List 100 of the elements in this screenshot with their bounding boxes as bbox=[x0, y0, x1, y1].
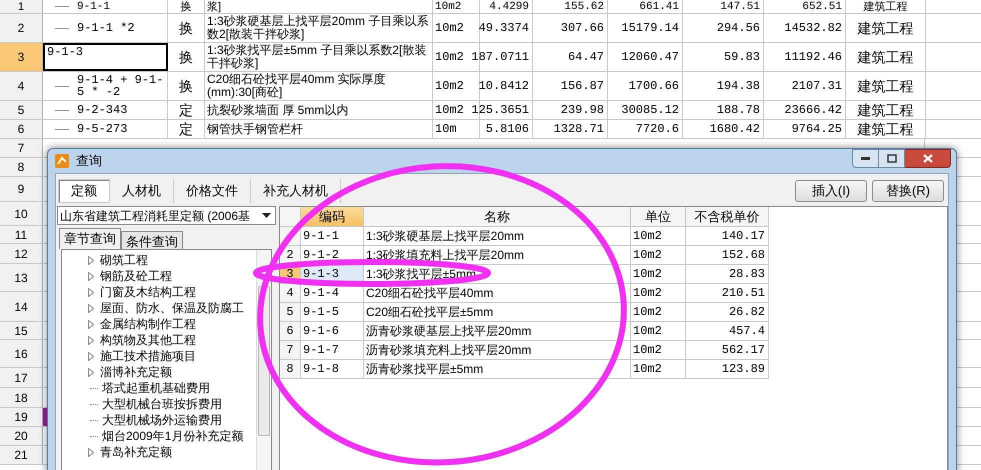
tree-item[interactable]: 青岛补充定额 bbox=[100, 444, 172, 460]
price-cell: 28.83 bbox=[686, 265, 769, 283]
sub-tab[interactable]: 条件查询 bbox=[121, 231, 183, 249]
minimize-button[interactable] bbox=[852, 149, 879, 168]
amount-cell: 661.41 bbox=[639, 0, 679, 12]
unit-cell: 10m2 bbox=[435, 0, 462, 12]
price-cell: 140.17 bbox=[686, 227, 769, 245]
row-number: 11 bbox=[0, 226, 43, 243]
amount-cell: 30085.12 bbox=[621, 104, 679, 116]
tree-item[interactable]: 砌筑工程 bbox=[100, 252, 148, 268]
table-cell: 188.78 bbox=[716, 104, 760, 116]
unit-cell: 10m2 bbox=[435, 22, 464, 34]
minimize-icon bbox=[861, 157, 870, 160]
price-cell: 239.98 bbox=[560, 104, 604, 116]
price-cell: 155.62 bbox=[564, 0, 604, 12]
name-cell-text: 1:3砂浆找平层±5mm 子目乘以系数2[散装干拌砂浆] bbox=[207, 44, 428, 70]
row-number: 5 bbox=[280, 303, 301, 321]
row-number: 2 bbox=[0, 14, 43, 42]
name-cell: 沥青砂浆硬基层上找平层20mm bbox=[364, 322, 631, 340]
column-header[interactable]: 单位 bbox=[631, 207, 686, 226]
close-button[interactable] bbox=[905, 149, 951, 168]
expand-triangle-icon[interactable] bbox=[88, 304, 94, 312]
maximize-button[interactable] bbox=[879, 149, 905, 168]
expand-triangle-icon[interactable] bbox=[88, 336, 94, 344]
tree-item[interactable]: 门窗及木结构工程 bbox=[100, 284, 196, 300]
tree-item[interactable]: 屋面、防水、保温及防腐工 bbox=[100, 300, 244, 316]
row-number: 1 bbox=[0, 0, 43, 13]
name-cell: C20细石砼找平层40mm bbox=[364, 284, 631, 302]
quantity-cell: 125.3651 bbox=[471, 104, 529, 116]
code-cell: 9-1-7 bbox=[301, 341, 364, 359]
expand-triangle-icon[interactable] bbox=[88, 288, 94, 296]
table-cell: 194.38 bbox=[716, 80, 760, 92]
row-number: 18 bbox=[0, 388, 43, 407]
category-cell: 建筑工程 bbox=[858, 122, 914, 136]
price-cell: 1328.71 bbox=[554, 122, 604, 136]
row-number: 9 bbox=[0, 177, 43, 201]
sub-tab[interactable]: 章节查询 bbox=[59, 228, 121, 249]
name-cell-text: 1:3砂浆硬基层上找平层20mm 子目乘以系数2[散装干拌砂浆] bbox=[207, 15, 430, 41]
tree-item[interactable]: 金属结构制作工程 bbox=[100, 316, 196, 332]
column-header[interactable]: 不含税单价 bbox=[686, 207, 769, 226]
unit-cell: 10m2 bbox=[631, 246, 686, 264]
name-cell: 钢管扶手钢管栏杆 bbox=[207, 122, 303, 136]
row-number: 6 bbox=[0, 120, 43, 138]
expand-triangle-icon[interactable] bbox=[88, 352, 94, 360]
expand-triangle-icon[interactable] bbox=[88, 272, 94, 280]
app-icon bbox=[54, 153, 70, 169]
quota-dropdown[interactable]: 山东省建筑工程消耗里定额 (2006基 bbox=[57, 206, 276, 225]
tab[interactable]: 定额 bbox=[58, 178, 110, 202]
category-cell: 建筑工程 bbox=[858, 50, 914, 64]
unit-cell: 10m2 bbox=[631, 341, 686, 359]
name-cell: 1:3砂浆硬基层上找平层20mm bbox=[364, 227, 631, 245]
row-number: 4 bbox=[0, 72, 43, 100]
name-cell: 抗裂砂浆墙面 厚 5mm以内 bbox=[207, 104, 348, 116]
type-cell: 换 bbox=[179, 80, 193, 92]
table-cell: 652.51 bbox=[802, 0, 842, 12]
row-number: 4 bbox=[280, 284, 301, 302]
category-cell: 建筑工程 bbox=[858, 104, 914, 116]
unit-cell: 10m2 bbox=[435, 80, 464, 92]
row-number: 12 bbox=[0, 244, 43, 263]
row-number: 8 bbox=[280, 360, 301, 378]
table-cell: 294.56 bbox=[716, 22, 760, 34]
row-number: 16 bbox=[0, 340, 43, 367]
unit-cell: 10m2 bbox=[631, 227, 686, 245]
column-header[interactable]: 名称 bbox=[364, 207, 631, 226]
tree-item[interactable]: 大型机械台班按拆费用 bbox=[102, 396, 222, 412]
price-cell: 152.68 bbox=[686, 246, 769, 264]
tree-item[interactable]: 塔式起重机基础费用 bbox=[102, 380, 210, 396]
expand-triangle-icon[interactable] bbox=[88, 368, 94, 376]
name-cell: 浆] bbox=[207, 0, 222, 12]
close-icon bbox=[922, 154, 932, 163]
price-cell: 562.17 bbox=[686, 341, 769, 359]
code-text: 9-1-4 + 9-1-5 * -2 bbox=[77, 74, 164, 98]
tree-item[interactable]: 钢筋及砼工程 bbox=[100, 268, 172, 284]
code-cell: 9-1-1 bbox=[301, 227, 364, 245]
type-cell: 换 bbox=[179, 50, 193, 64]
tree-item[interactable]: 构筑物及其他工程 bbox=[100, 332, 196, 348]
code-text: 9-1-1 *2 bbox=[77, 22, 135, 34]
expand-triangle-icon[interactable] bbox=[88, 448, 94, 456]
tree-item[interactable]: 烟台2009年1月份补充定额 bbox=[102, 428, 244, 444]
tree-item[interactable]: 大型机械场外运输费用 bbox=[102, 412, 222, 428]
dropdown-arrow-icon bbox=[262, 213, 271, 218]
type-cell: 定 bbox=[179, 122, 193, 136]
amount-cell: 12060.47 bbox=[621, 50, 679, 64]
unit-cell: 10m2 bbox=[631, 284, 686, 302]
table-cell: 1680.42 bbox=[710, 122, 760, 136]
cell-editor[interactable]: 9-1-3 bbox=[43, 43, 168, 71]
row-number: 20 bbox=[0, 427, 43, 445]
dialog-button[interactable]: 替换(R) bbox=[872, 180, 944, 202]
tree-item[interactable]: 施工技术措施项目 bbox=[100, 348, 196, 364]
expand-triangle-icon[interactable] bbox=[88, 320, 94, 328]
name-cell: 沥青砂浆填充料上找平层20mm bbox=[364, 341, 631, 359]
amount-cell: 15179.14 bbox=[621, 22, 679, 34]
tree-item[interactable]: 淄博补充定额 bbox=[100, 364, 172, 380]
unit-cell: 10m2 bbox=[631, 265, 686, 283]
code-cell: 9-1-2 bbox=[301, 246, 364, 264]
price-cell: 26.82 bbox=[686, 303, 769, 321]
row-number: 10 bbox=[0, 202, 43, 225]
expand-triangle-icon[interactable] bbox=[88, 256, 94, 264]
dialog-button[interactable]: 插入(I) bbox=[795, 180, 867, 202]
type-cell: 换 bbox=[180, 0, 192, 12]
